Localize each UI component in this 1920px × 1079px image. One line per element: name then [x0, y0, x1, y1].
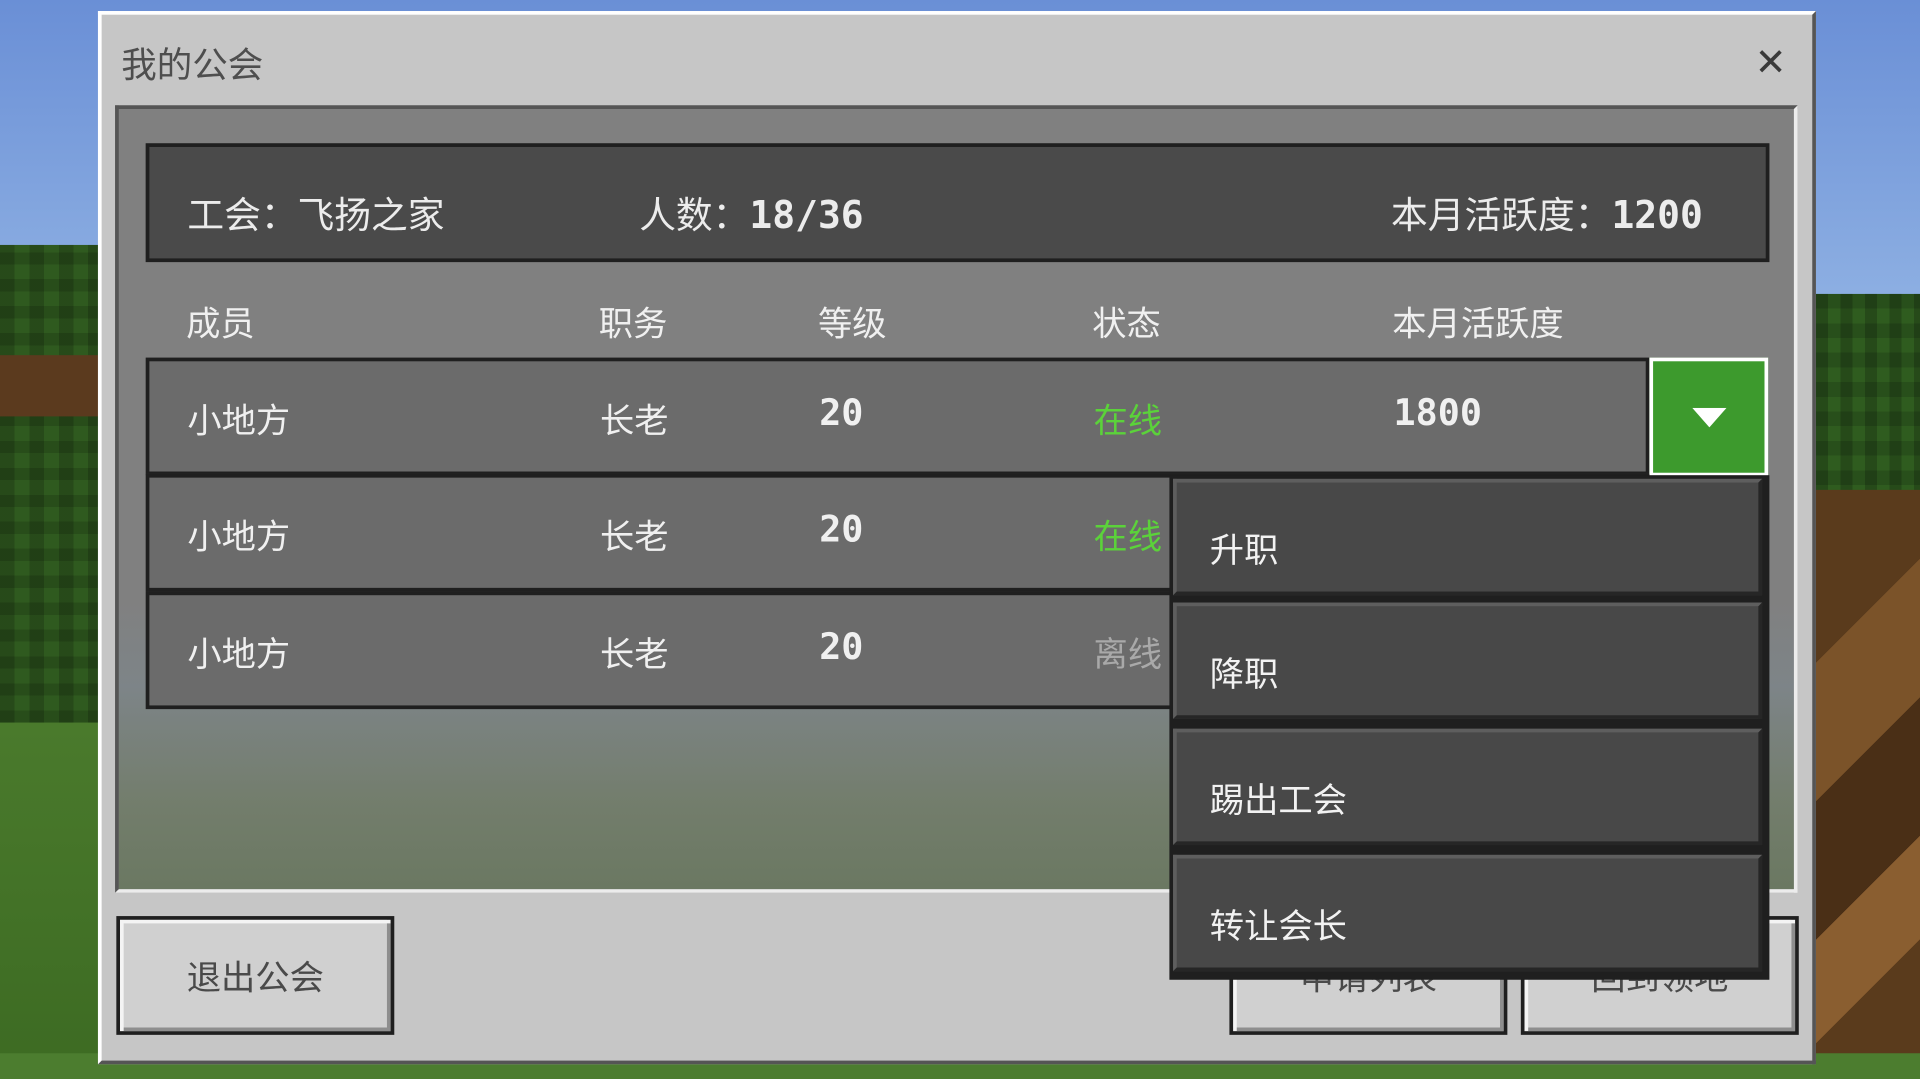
menu-item-demote[interactable]: 降职: [1173, 602, 1763, 719]
menu-item-label: 踢出工会: [1209, 780, 1347, 821]
member-count: 人数：18/36: [639, 185, 863, 239]
member-level: 20: [819, 391, 864, 435]
close-button[interactable]: [1749, 39, 1793, 83]
menu-item-label: 转让会长: [1209, 906, 1347, 947]
row-actions-dropdown-button[interactable]: [1649, 357, 1769, 477]
member-activity: 1800: [1393, 391, 1482, 435]
monthly-activity-value: 1200: [1611, 193, 1703, 238]
menu-item-transfer-leader[interactable]: 转让会长: [1173, 854, 1763, 972]
guild-info-bar: 工会：飞扬之家 人数：18/36 本月活跃度：1200: [145, 143, 1770, 263]
member-actions-menu: 升职 降职 踢出工会 转让会长: [1169, 475, 1770, 980]
header-activity: 本月活跃度: [1392, 303, 1564, 345]
member-count-label: 人数：: [639, 194, 750, 238]
dialog-title: 我的公会: [121, 44, 264, 86]
member-role: 长老: [600, 634, 669, 675]
header-member: 成员: [186, 303, 255, 345]
member-status: 离线: [1093, 634, 1163, 675]
monthly-activity-label: 本月活跃度：: [1391, 194, 1612, 238]
member-name: 小地方: [187, 400, 291, 441]
menu-item-label: 降职: [1209, 653, 1279, 695]
left-tree-trunk: [0, 355, 111, 417]
menu-item-label: 升职: [1209, 530, 1279, 571]
header-role: 职务: [598, 303, 668, 345]
menu-item-promote[interactable]: 升职: [1173, 478, 1763, 596]
guild-name: 工会：飞扬之家: [187, 194, 445, 238]
member-name: 小地方: [187, 516, 291, 558]
monthly-activity: 本月活跃度：1200: [1391, 185, 1703, 239]
member-status: 在线: [1093, 516, 1163, 558]
header-level: 等级: [817, 303, 887, 345]
triangle-down-icon: [1691, 407, 1726, 427]
header-status: 状态: [1092, 303, 1161, 345]
member-status: 在线: [1093, 400, 1163, 441]
close-icon: [1759, 50, 1782, 73]
member-role: 长老: [600, 400, 669, 441]
member-role: 长老: [600, 516, 669, 558]
menu-item-kick[interactable]: 踢出工会: [1173, 728, 1763, 846]
member-count-value: 18/36: [749, 193, 864, 238]
leave-guild-button[interactable]: 退出公会: [116, 916, 395, 1035]
table-row[interactable]: 小地方 长老 20 在线 1800: [145, 357, 1650, 476]
right-tree-trunk: [1815, 489, 1920, 1078]
member-level: 20: [819, 508, 864, 552]
member-name: 小地方: [187, 634, 291, 675]
member-level: 20: [819, 625, 864, 669]
